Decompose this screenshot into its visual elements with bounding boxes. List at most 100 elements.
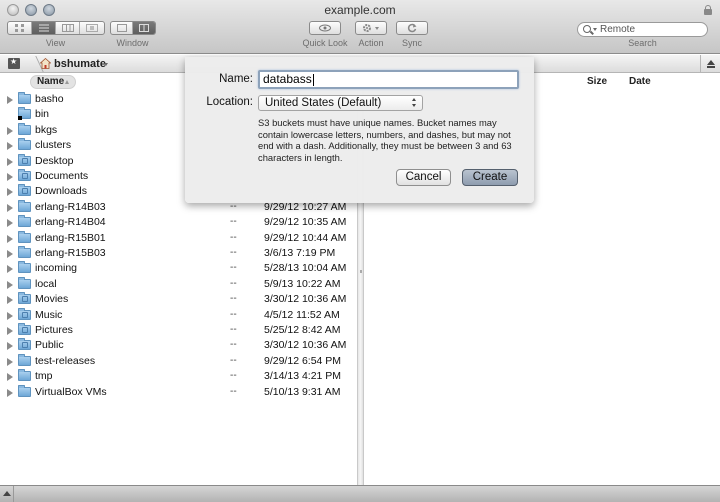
disclosure-triangle-icon[interactable] <box>7 388 13 397</box>
eject-button[interactable] <box>700 55 720 73</box>
disclosure-triangle-icon[interactable] <box>7 311 13 320</box>
file-row[interactable]: local -- 5/9/13 10:22 AM <box>0 276 357 292</box>
file-name: Public <box>35 339 64 352</box>
file-name: VirtualBox VMs <box>35 385 107 398</box>
dual-pane-button[interactable] <box>133 22 155 34</box>
disclosure-triangle-icon[interactable] <box>7 219 13 228</box>
file-row[interactable]: tmp -- 3/14/13 4:21 PM <box>0 369 357 384</box>
window-mode-control <box>110 21 156 35</box>
disclosure-triangle-icon[interactable] <box>7 142 13 151</box>
disclosure-triangle-icon[interactable] <box>7 280 13 289</box>
disclosure-triangle-icon[interactable] <box>7 188 13 197</box>
single-pane-button[interactable] <box>111 22 133 34</box>
size-column-header[interactable]: Size <box>587 76 607 87</box>
quick-look-button[interactable] <box>309 21 341 35</box>
file-size: -- <box>230 293 237 305</box>
file-name: erlang-R15B03 <box>35 247 106 259</box>
file-date: 5/10/13 9:31 AM <box>264 385 341 398</box>
folder-icon <box>18 92 31 104</box>
folder-icon <box>18 246 31 258</box>
file-name: Movies <box>35 293 69 306</box>
path-crumb-dropdown-icon[interactable] <box>104 63 108 66</box>
column-view-button[interactable] <box>56 22 80 34</box>
file-row[interactable]: Public -- 3/30/12 10:36 AM <box>0 338 357 353</box>
date-column-header[interactable]: Date <box>629 76 651 87</box>
path-crumb[interactable]: bshumate <box>54 58 106 70</box>
cover-flow-icon <box>86 24 98 32</box>
triangle-up-icon <box>3 491 11 496</box>
disclosure-triangle-icon[interactable] <box>7 373 13 382</box>
file-size: -- <box>230 277 237 289</box>
window-title: example.com <box>324 3 396 17</box>
sort-ascending-icon <box>65 80 69 84</box>
sync-button[interactable] <box>396 21 428 35</box>
disclosure-triangle-icon[interactable] <box>7 327 13 335</box>
search-options-caret-icon[interactable] <box>593 28 597 31</box>
location-label: Location: <box>206 96 253 108</box>
bucket-name-help-text: S3 buckets must have unique names. Bucke… <box>258 117 512 163</box>
disclosure-triangle-icon[interactable] <box>7 173 13 181</box>
disclosure-triangle-icon[interactable] <box>7 296 13 305</box>
file-date: 3/30/12 10:36 AM <box>264 339 347 352</box>
icon-view-button[interactable] <box>8 22 32 34</box>
location-select[interactable]: United States (Default) <box>258 95 423 111</box>
documents-folder-icon <box>18 169 31 181</box>
downloads-folder-icon <box>18 184 31 197</box>
cover-flow-view-button[interactable] <box>80 22 104 34</box>
file-name: test-releases <box>35 354 96 367</box>
file-row[interactable]: Movies -- 3/30/12 10:36 AM <box>0 292 357 307</box>
name-column-header[interactable]: Name <box>30 75 76 89</box>
file-name: erlang-R14B03 <box>35 200 106 213</box>
file-name: tmp <box>35 370 53 383</box>
file-row[interactable]: test-releases -- 9/29/12 6:54 PM <box>0 353 357 369</box>
disclosure-triangle-icon[interactable] <box>7 357 13 366</box>
new-bucket-dialog: Name: databass Location: United States (… <box>185 57 534 203</box>
file-row[interactable]: erlang-R15B01 -- 9/29/12 10:44 AM <box>0 230 357 246</box>
dual-pane-icon <box>139 24 149 32</box>
disclosure-triangle-icon[interactable] <box>7 250 13 258</box>
list-view-button[interactable] <box>32 22 56 34</box>
lock-icon[interactable] <box>704 5 712 15</box>
file-size: -- <box>230 339 237 351</box>
toolbar: example.com View Window Quick Look Actio <box>0 0 720 54</box>
desktop-folder-icon <box>18 153 31 166</box>
favorites-icon[interactable] <box>8 57 20 69</box>
file-date: 9/29/12 10:44 AM <box>264 231 347 244</box>
file-row[interactable]: erlang-R15B03 -- 3/6/13 7:19 PM <box>0 246 357 261</box>
eye-icon <box>319 24 331 32</box>
file-row[interactable]: Pictures -- 5/25/12 8:42 AM <box>0 323 357 338</box>
file-date: 3/6/13 7:19 PM <box>264 247 336 259</box>
file-row[interactable]: Music -- 4/5/12 11:52 AM <box>0 307 357 323</box>
disclosure-triangle-icon[interactable] <box>7 203 13 212</box>
file-row[interactable]: incoming -- 5/28/13 10:04 AM <box>0 261 357 276</box>
search-field[interactable]: Remote <box>577 22 708 37</box>
list-view-icon <box>38 24 49 32</box>
cancel-button[interactable]: Cancel <box>396 169 451 186</box>
disclosure-triangle-icon[interactable] <box>7 157 13 166</box>
file-date: 5/9/13 10:22 AM <box>264 277 341 290</box>
gear-icon <box>363 24 379 32</box>
bottom-status-bar <box>0 485 720 502</box>
bucket-name-input[interactable]: databass <box>258 70 519 89</box>
file-row[interactable]: erlang-R14B04 -- 9/29/12 10:35 AM <box>0 215 357 230</box>
file-date: 9/29/12 10:35 AM <box>264 216 347 229</box>
file-size: -- <box>230 247 237 258</box>
folder-icon <box>18 369 31 382</box>
search-input-value: Remote <box>600 24 636 35</box>
action-button[interactable] <box>355 21 387 35</box>
file-name: erlang-R15B01 <box>35 231 106 244</box>
disclosure-triangle-icon[interactable] <box>7 342 13 351</box>
disclosure-triangle-icon[interactable] <box>7 126 13 135</box>
file-size: -- <box>230 308 237 320</box>
disclosure-triangle-icon[interactable] <box>7 265 13 274</box>
file-name: basho <box>35 93 64 105</box>
disclosure-triangle-icon[interactable] <box>7 96 13 104</box>
disclosure-triangle-icon[interactable] <box>7 234 13 243</box>
toggle-drawer-button[interactable] <box>0 486 14 502</box>
view-mode-control <box>7 21 105 35</box>
sync-icon <box>407 23 417 33</box>
file-row[interactable]: VirtualBox VMs -- 5/10/13 9:31 AM <box>0 384 357 400</box>
create-button[interactable]: Create <box>462 169 518 186</box>
file-name: Downloads <box>35 185 87 198</box>
file-size: -- <box>230 354 237 366</box>
